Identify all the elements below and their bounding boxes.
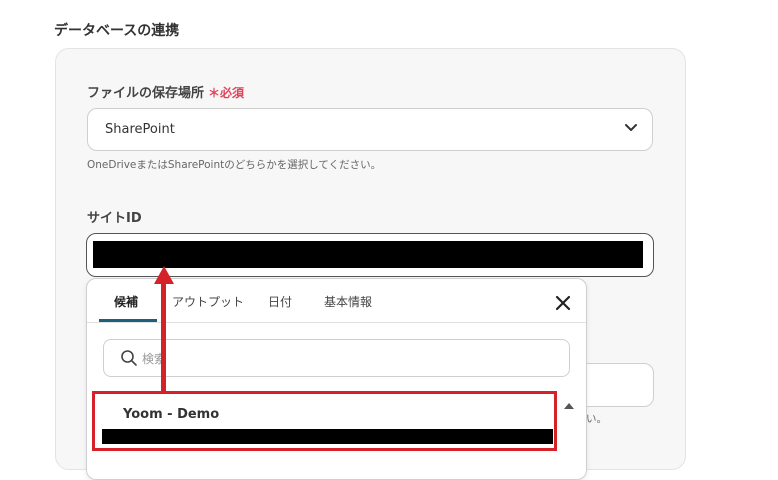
annotation-arrow-line — [161, 283, 166, 391]
background-hint: い。 — [586, 413, 607, 425]
storage-hint: OneDriveまたはSharePointのどちらかを選択してください。 — [87, 159, 382, 171]
option-yoom-demo[interactable]: Yoom - Demo — [92, 391, 557, 451]
storage-select[interactable]: SharePoint — [87, 108, 653, 151]
required-badge: ＊必須 — [208, 86, 245, 100]
tab-candidates[interactable]: 候補 — [114, 293, 138, 310]
tab-date[interactable]: 日付 — [268, 293, 292, 310]
search-icon — [121, 350, 137, 366]
scroll-up-icon[interactable] — [564, 403, 574, 409]
tab-basic-info[interactable]: 基本情報 — [324, 293, 372, 310]
chevron-down-icon — [624, 122, 638, 137]
section-title: データベースの連携 — [54, 23, 180, 39]
option-title: Yoom - Demo — [123, 407, 220, 422]
storage-label-text: ファイルの保存場所 — [87, 86, 205, 101]
arrow-up-icon — [154, 266, 174, 284]
search-input[interactable]: 検索 — [103, 339, 570, 377]
redacted-block — [93, 241, 643, 268]
tab-output[interactable]: アウトプット — [172, 293, 244, 310]
redacted-block — [102, 429, 553, 444]
storage-select-value: SharePoint — [105, 122, 175, 137]
storage-field-label: ファイルの保存場所 ＊必須 — [87, 82, 244, 101]
close-icon[interactable] — [553, 293, 573, 313]
active-tab-underline — [99, 319, 157, 322]
site-id-label: サイトID — [87, 211, 142, 226]
